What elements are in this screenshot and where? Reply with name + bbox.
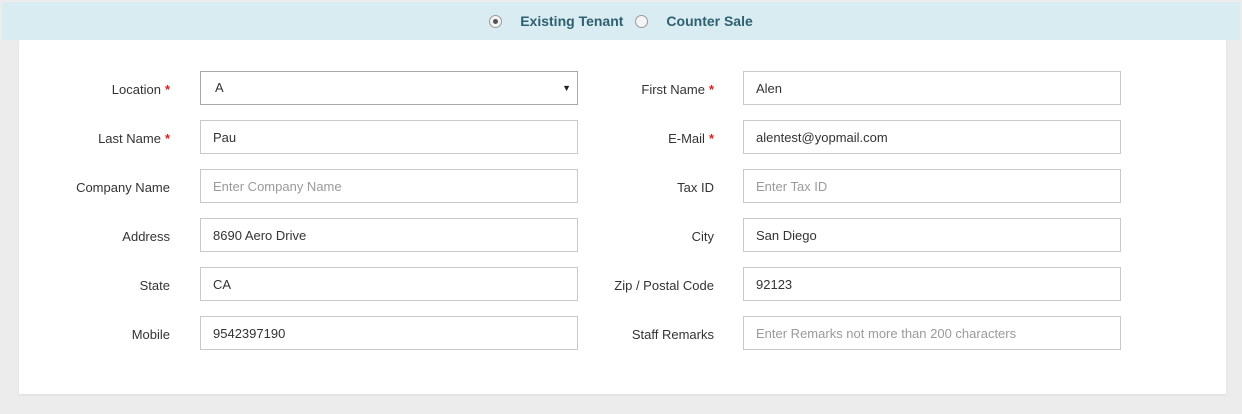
location-label: Location *	[10, 73, 170, 107]
counter-sale-radio[interactable]	[635, 14, 649, 28]
tax-id-input[interactable]	[743, 169, 1121, 203]
location-select[interactable]: A ▼	[200, 71, 578, 105]
state-input[interactable]	[200, 267, 578, 301]
email-input[interactable]	[743, 120, 1121, 154]
address-input[interactable]	[200, 218, 578, 252]
customer-type-bar: Existing Tenant Counter Sale	[2, 2, 1240, 40]
customer-form: Location* A ▼ First Name* Last Name* E-M…	[19, 40, 1226, 394]
first-name-label-text: First Name	[641, 82, 705, 97]
staff-remarks-input[interactable]	[743, 316, 1121, 350]
counter-sale-label[interactable]: Counter Sale	[666, 13, 752, 29]
zip-label: Zip / Postal Code	[614, 278, 714, 293]
required-marker: *	[708, 131, 714, 146]
email-label: E-Mail *	[554, 122, 714, 156]
city-label: City	[691, 229, 714, 244]
company-name-input[interactable]	[200, 169, 578, 203]
staff-remarks-label: Staff Remarks	[631, 327, 714, 342]
location-selected-value: A	[215, 80, 224, 95]
state-label: State	[139, 278, 170, 293]
existing-tenant-radio[interactable]	[489, 14, 503, 28]
first-name-label: First Name *	[554, 73, 714, 107]
mobile-label: Mobile	[131, 327, 170, 342]
existing-tenant-label[interactable]: Existing Tenant	[520, 13, 623, 29]
required-marker: *	[708, 82, 714, 97]
first-name-input[interactable]	[743, 71, 1121, 105]
company-name-label: Company Name	[76, 180, 170, 195]
location-label-text: Location	[111, 82, 161, 97]
mobile-input[interactable]	[200, 316, 578, 350]
counter-sale-option[interactable]: Counter Sale	[635, 13, 753, 29]
city-input[interactable]	[743, 218, 1121, 252]
email-label-text: E-Mail	[668, 131, 705, 146]
address-label: Address	[122, 229, 170, 244]
last-name-input[interactable]	[200, 120, 578, 154]
zip-input[interactable]	[743, 267, 1121, 301]
existing-tenant-option[interactable]: Existing Tenant	[489, 13, 623, 29]
last-name-label-text: Last Name	[98, 131, 161, 146]
required-marker: *	[164, 82, 170, 97]
required-marker: *	[164, 131, 170, 146]
last-name-label: Last Name *	[10, 122, 170, 156]
tax-id-label: Tax ID	[677, 180, 714, 195]
